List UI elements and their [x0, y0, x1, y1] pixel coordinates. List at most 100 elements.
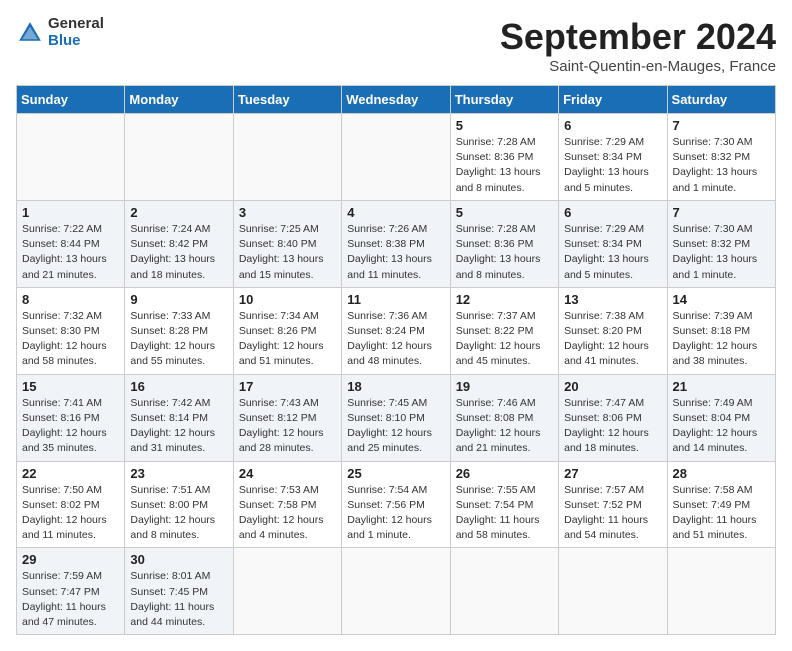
day-number: 17	[239, 379, 336, 394]
calendar-cell: 12 Sunrise: 7:37 AM Sunset: 8:22 PM Dayli…	[450, 287, 558, 374]
month-title: September 2024	[500, 16, 776, 58]
day-number: 16	[130, 379, 227, 394]
day-number: 18	[347, 379, 444, 394]
title-block: September 2024 Saint-Quentin-en-Mauges, …	[500, 16, 776, 75]
calendar-cell: 16 Sunrise: 7:42 AM Sunset: 8:14 PM Dayli…	[125, 374, 233, 461]
calendar-cell: 18Sunrise: 7:45 AM Sunset: 8:10 PM Dayli…	[342, 374, 450, 461]
day-number: 5	[456, 118, 553, 133]
page-header: General Blue September 2024 Saint-Quenti…	[16, 16, 776, 75]
day-number: 20	[564, 379, 661, 394]
day-number: 24	[239, 466, 336, 481]
column-header-friday: Friday	[559, 86, 667, 114]
calendar-cell: 27Sunrise: 7:57 AM Sunset: 7:52 PM Dayli…	[559, 461, 667, 548]
day-info: Sunrise: 7:39 AM Sunset: 8:18 PM Dayligh…	[673, 309, 770, 370]
calendar-cell: 14 Sunrise: 7:39 AM Sunset: 8:18 PM Dayli…	[667, 287, 775, 374]
column-header-thursday: Thursday	[450, 86, 558, 114]
calendar-week-5: 22 Sunrise: 7:50 AM Sunset: 8:02 PM Dayli…	[17, 461, 776, 548]
calendar-cell: 30 Sunrise: 8:01 AM Sunset: 7:45 PM Dayli…	[125, 548, 233, 635]
day-number: 8	[22, 292, 119, 307]
day-info: Sunrise: 7:49 AM Sunset: 8:04 PM Dayligh…	[673, 396, 770, 457]
day-number: 9	[130, 292, 227, 307]
day-number: 29	[22, 552, 119, 567]
calendar-cell: 7Sunrise: 7:30 AM Sunset: 8:32 PM Daylig…	[667, 114, 775, 201]
day-number: 2	[130, 205, 227, 220]
calendar-cell: 3 Sunrise: 7:25 AM Sunset: 8:40 PM Daylig…	[233, 200, 341, 287]
calendar-cell	[342, 548, 450, 635]
day-number: 6	[564, 205, 661, 220]
day-info: Sunrise: 7:55 AM Sunset: 7:54 PM Dayligh…	[456, 483, 553, 544]
calendar-cell: 20 Sunrise: 7:47 AM Sunset: 8:06 PM Dayli…	[559, 374, 667, 461]
calendar-cell: 28Sunrise: 7:58 AM Sunset: 7:49 PM Dayli…	[667, 461, 775, 548]
day-info: Sunrise: 8:01 AM Sunset: 7:45 PM Dayligh…	[130, 569, 227, 630]
calendar-cell: 5 Sunrise: 7:28 AM Sunset: 8:36 PM Daylig…	[450, 114, 558, 201]
day-info: Sunrise: 7:30 AM Sunset: 8:32 PM Dayligh…	[673, 222, 770, 283]
calendar-cell: 5Sunrise: 7:28 AM Sunset: 8:36 PM Daylig…	[450, 200, 558, 287]
day-info: Sunrise: 7:25 AM Sunset: 8:40 PM Dayligh…	[239, 222, 336, 283]
calendar-cell	[342, 114, 450, 201]
day-number: 3	[239, 205, 336, 220]
column-header-wednesday: Wednesday	[342, 86, 450, 114]
calendar-cell: 6 Sunrise: 7:29 AM Sunset: 8:34 PM Daylig…	[559, 114, 667, 201]
calendar-cell: 1Sunrise: 7:22 AM Sunset: 8:44 PM Daylig…	[17, 200, 125, 287]
calendar-cell: 19Sunrise: 7:46 AM Sunset: 8:08 PM Dayli…	[450, 374, 558, 461]
day-info: Sunrise: 7:28 AM Sunset: 8:36 PM Dayligh…	[456, 135, 553, 196]
calendar-week-3: 8Sunrise: 7:32 AM Sunset: 8:30 PM Daylig…	[17, 287, 776, 374]
day-info: Sunrise: 7:54 AM Sunset: 7:56 PM Dayligh…	[347, 483, 444, 544]
calendar-cell	[450, 548, 558, 635]
calendar-table: SundayMondayTuesdayWednesdayThursdayFrid…	[16, 85, 776, 635]
calendar-header-row: SundayMondayTuesdayWednesdayThursdayFrid…	[17, 86, 776, 114]
calendar-week-2: 1Sunrise: 7:22 AM Sunset: 8:44 PM Daylig…	[17, 200, 776, 287]
day-info: Sunrise: 7:47 AM Sunset: 8:06 PM Dayligh…	[564, 396, 661, 457]
day-number: 30	[130, 552, 227, 567]
day-info: Sunrise: 7:24 AM Sunset: 8:42 PM Dayligh…	[130, 222, 227, 283]
logo-blue-label: Blue	[48, 33, 104, 50]
day-info: Sunrise: 7:37 AM Sunset: 8:22 PM Dayligh…	[456, 309, 553, 370]
day-number: 1	[22, 205, 119, 220]
day-info: Sunrise: 7:33 AM Sunset: 8:28 PM Dayligh…	[130, 309, 227, 370]
day-number: 22	[22, 466, 119, 481]
day-info: Sunrise: 7:30 AM Sunset: 8:32 PM Dayligh…	[673, 135, 770, 196]
day-number: 14	[673, 292, 770, 307]
day-info: Sunrise: 7:29 AM Sunset: 8:34 PM Dayligh…	[564, 222, 661, 283]
day-info: Sunrise: 7:28 AM Sunset: 8:36 PM Dayligh…	[456, 222, 553, 283]
calendar-cell: 25 Sunrise: 7:54 AM Sunset: 7:56 PM Dayli…	[342, 461, 450, 548]
day-number: 12	[456, 292, 553, 307]
calendar-cell: 29 Sunrise: 7:59 AM Sunset: 7:47 PM Dayli…	[17, 548, 125, 635]
calendar-cell: 21Sunrise: 7:49 AM Sunset: 8:04 PM Dayli…	[667, 374, 775, 461]
column-header-monday: Monday	[125, 86, 233, 114]
calendar-cell: 15Sunrise: 7:41 AM Sunset: 8:16 PM Dayli…	[17, 374, 125, 461]
day-number: 10	[239, 292, 336, 307]
day-number: 25	[347, 466, 444, 481]
calendar-week-4: 15Sunrise: 7:41 AM Sunset: 8:16 PM Dayli…	[17, 374, 776, 461]
calendar-week-1: 5 Sunrise: 7:28 AM Sunset: 8:36 PM Daylig…	[17, 114, 776, 201]
calendar-cell: 11Sunrise: 7:36 AM Sunset: 8:24 PM Dayli…	[342, 287, 450, 374]
day-number: 13	[564, 292, 661, 307]
day-info: Sunrise: 7:36 AM Sunset: 8:24 PM Dayligh…	[347, 309, 444, 370]
day-info: Sunrise: 7:59 AM Sunset: 7:47 PM Dayligh…	[22, 569, 119, 630]
column-header-sunday: Sunday	[17, 86, 125, 114]
calendar-cell: 17Sunrise: 7:43 AM Sunset: 8:12 PM Dayli…	[233, 374, 341, 461]
day-info: Sunrise: 7:26 AM Sunset: 8:38 PM Dayligh…	[347, 222, 444, 283]
calendar-cell: 13Sunrise: 7:38 AM Sunset: 8:20 PM Dayli…	[559, 287, 667, 374]
calendar-cell	[233, 114, 341, 201]
calendar-cell: 9 Sunrise: 7:33 AM Sunset: 8:28 PM Daylig…	[125, 287, 233, 374]
day-info: Sunrise: 7:53 AM Sunset: 7:58 PM Dayligh…	[239, 483, 336, 544]
day-info: Sunrise: 7:41 AM Sunset: 8:16 PM Dayligh…	[22, 396, 119, 457]
calendar-cell: 2 Sunrise: 7:24 AM Sunset: 8:42 PM Daylig…	[125, 200, 233, 287]
day-number: 6	[564, 118, 661, 133]
day-info: Sunrise: 7:29 AM Sunset: 8:34 PM Dayligh…	[564, 135, 661, 196]
day-number: 23	[130, 466, 227, 481]
day-number: 7	[673, 205, 770, 220]
calendar-cell: 24 Sunrise: 7:53 AM Sunset: 7:58 PM Dayli…	[233, 461, 341, 548]
calendar-cell: 22 Sunrise: 7:50 AM Sunset: 8:02 PM Dayli…	[17, 461, 125, 548]
calendar-week-6: 29 Sunrise: 7:59 AM Sunset: 7:47 PM Dayli…	[17, 548, 776, 635]
calendar-cell	[667, 548, 775, 635]
day-info: Sunrise: 7:42 AM Sunset: 8:14 PM Dayligh…	[130, 396, 227, 457]
day-info: Sunrise: 7:46 AM Sunset: 8:08 PM Dayligh…	[456, 396, 553, 457]
day-info: Sunrise: 7:51 AM Sunset: 8:00 PM Dayligh…	[130, 483, 227, 544]
calendar-cell: 7 Sunrise: 7:30 AM Sunset: 8:32 PM Daylig…	[667, 200, 775, 287]
day-info: Sunrise: 7:50 AM Sunset: 8:02 PM Dayligh…	[22, 483, 119, 544]
calendar-cell	[125, 114, 233, 201]
calendar-cell: 6 Sunrise: 7:29 AM Sunset: 8:34 PM Daylig…	[559, 200, 667, 287]
calendar-cell: 23 Sunrise: 7:51 AM Sunset: 8:00 PM Dayli…	[125, 461, 233, 548]
